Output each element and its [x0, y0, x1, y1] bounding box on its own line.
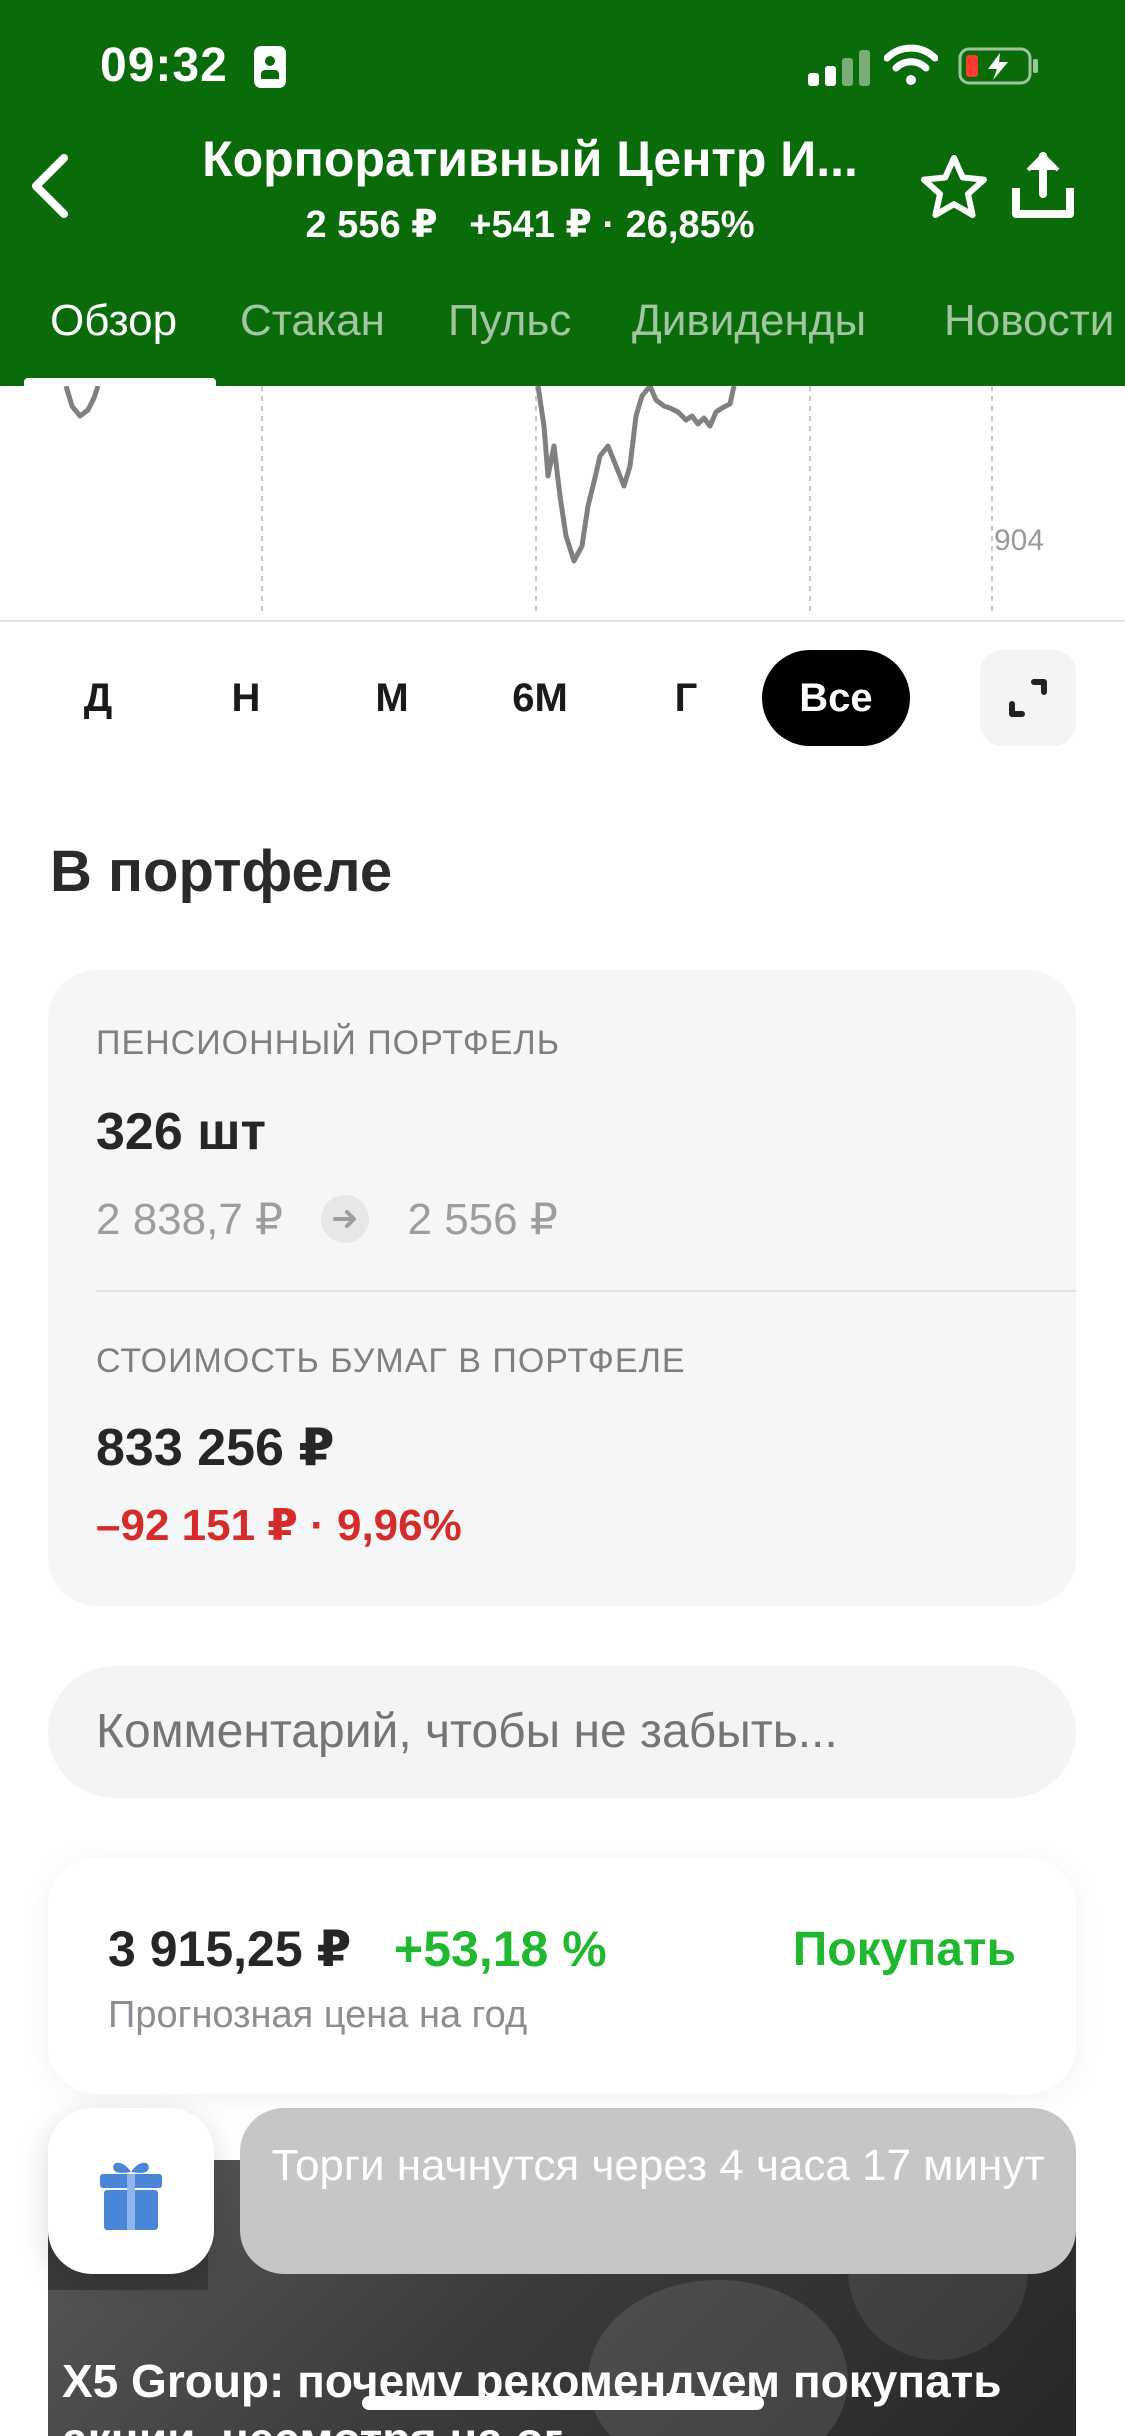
portfolio-card[interactable]: ПЕНСИОННЫЙ ПОРТФЕЛЬ 326 шт 2 838,7 ₽ 2 5…: [48, 970, 1076, 1606]
price-line-main: [535, 386, 737, 564]
instrument-price: 2 556 ₽: [305, 204, 438, 246]
wifi-icon: [884, 44, 938, 85]
arrow-right-icon: [321, 1195, 370, 1244]
tab-overview[interactable]: Обзор: [50, 296, 177, 346]
period-6-months[interactable]: 6М: [466, 650, 614, 746]
current-price: 2 556 ₽: [407, 1194, 558, 1244]
chart-axis-label: 904: [994, 524, 1044, 557]
period-week[interactable]: Н: [172, 650, 320, 746]
price-line-left: [63, 386, 101, 419]
tab-bar: Обзор Стакан Пульс Дивиденды Новости: [0, 286, 1125, 386]
share-icon[interactable]: [1008, 150, 1078, 222]
home-indicator[interactable]: [362, 2396, 764, 2410]
forecast-change: +53,18 %: [394, 1921, 607, 1977]
gift-button[interactable]: [48, 2108, 214, 2274]
tab-dividends[interactable]: Дивиденды: [632, 296, 866, 346]
tab-news[interactable]: Новости: [944, 296, 1114, 346]
id-badge-icon: [254, 46, 286, 88]
portfolio-value-label: СТОИМОСТЬ БУМАГ В ПОРТФЕЛЕ: [96, 1342, 686, 1380]
comment-input[interactable]: [48, 1666, 1076, 1798]
average-price: 2 838,7 ₽: [96, 1194, 284, 1244]
price-chart-svg: 904: [63, 386, 1044, 614]
instrument-title: Корпоративный Центр И...: [202, 131, 858, 187]
portfolio-section-title: В портфеле: [50, 839, 393, 904]
trading-status-banner: Торги начнутся через 4 часа 17 минут: [240, 2108, 1076, 2274]
active-tab-indicator: [24, 378, 216, 386]
forecast-price: 3 915,25 ₽: [108, 1921, 352, 1977]
card-divider: [96, 1290, 1076, 1292]
forecast-card[interactable]: 3 915,25 ₽ +53,18 % Прогнозная цена на г…: [48, 1858, 1076, 2094]
period-day[interactable]: Д: [24, 650, 172, 746]
period-year[interactable]: Г: [612, 650, 760, 746]
tab-order-book[interactable]: Стакан: [240, 296, 385, 346]
battery-charging-icon: [958, 47, 1038, 85]
instrument-change: +541 ₽ · 26,85%: [469, 204, 755, 246]
period-month[interactable]: М: [318, 650, 466, 746]
news-title[interactable]: X5 Group: почему рекомендуем покупать ак…: [62, 2352, 1062, 2436]
portfolio-quantity: 326 шт: [96, 1103, 267, 1161]
status-bar: 09:32: [0, 0, 1125, 130]
forecast-caption: Прогнозная цена на год: [108, 1994, 528, 2036]
fullscreen-button[interactable]: [980, 650, 1076, 746]
portfolio-pnl: –92 151 ₽ · 9,96%: [96, 1501, 462, 1550]
status-time: 09:32: [100, 39, 228, 92]
cellular-signal-icon: [808, 50, 870, 86]
expand-icon: [1009, 679, 1047, 717]
portfolio-value: 833 256 ₽: [96, 1419, 335, 1477]
portfolio-name: ПЕНСИОННЫЙ ПОРТФЕЛЬ: [96, 1024, 561, 1062]
tab-pulse[interactable]: Пульс: [448, 296, 571, 346]
back-chevron-icon[interactable]: [24, 150, 74, 222]
instrument-price-row: 2 556 ₽ +541 ₽ · 26,85%: [170, 202, 890, 247]
star-icon[interactable]: [918, 152, 990, 224]
top-header: 09:32 Корпоративный Центр И... 2 556 ₽ +…: [0, 0, 1125, 386]
price-chart[interactable]: 904: [0, 386, 1125, 622]
gift-icon: [100, 2162, 162, 2230]
period-all[interactable]: Все: [762, 650, 910, 746]
buy-recommendation[interactable]: Покупать: [793, 1922, 1016, 1977]
price-change-row: 2 838,7 ₽ 2 556 ₽: [96, 1192, 558, 1248]
period-selector: Д Н М 6М Г Все: [0, 650, 1125, 746]
